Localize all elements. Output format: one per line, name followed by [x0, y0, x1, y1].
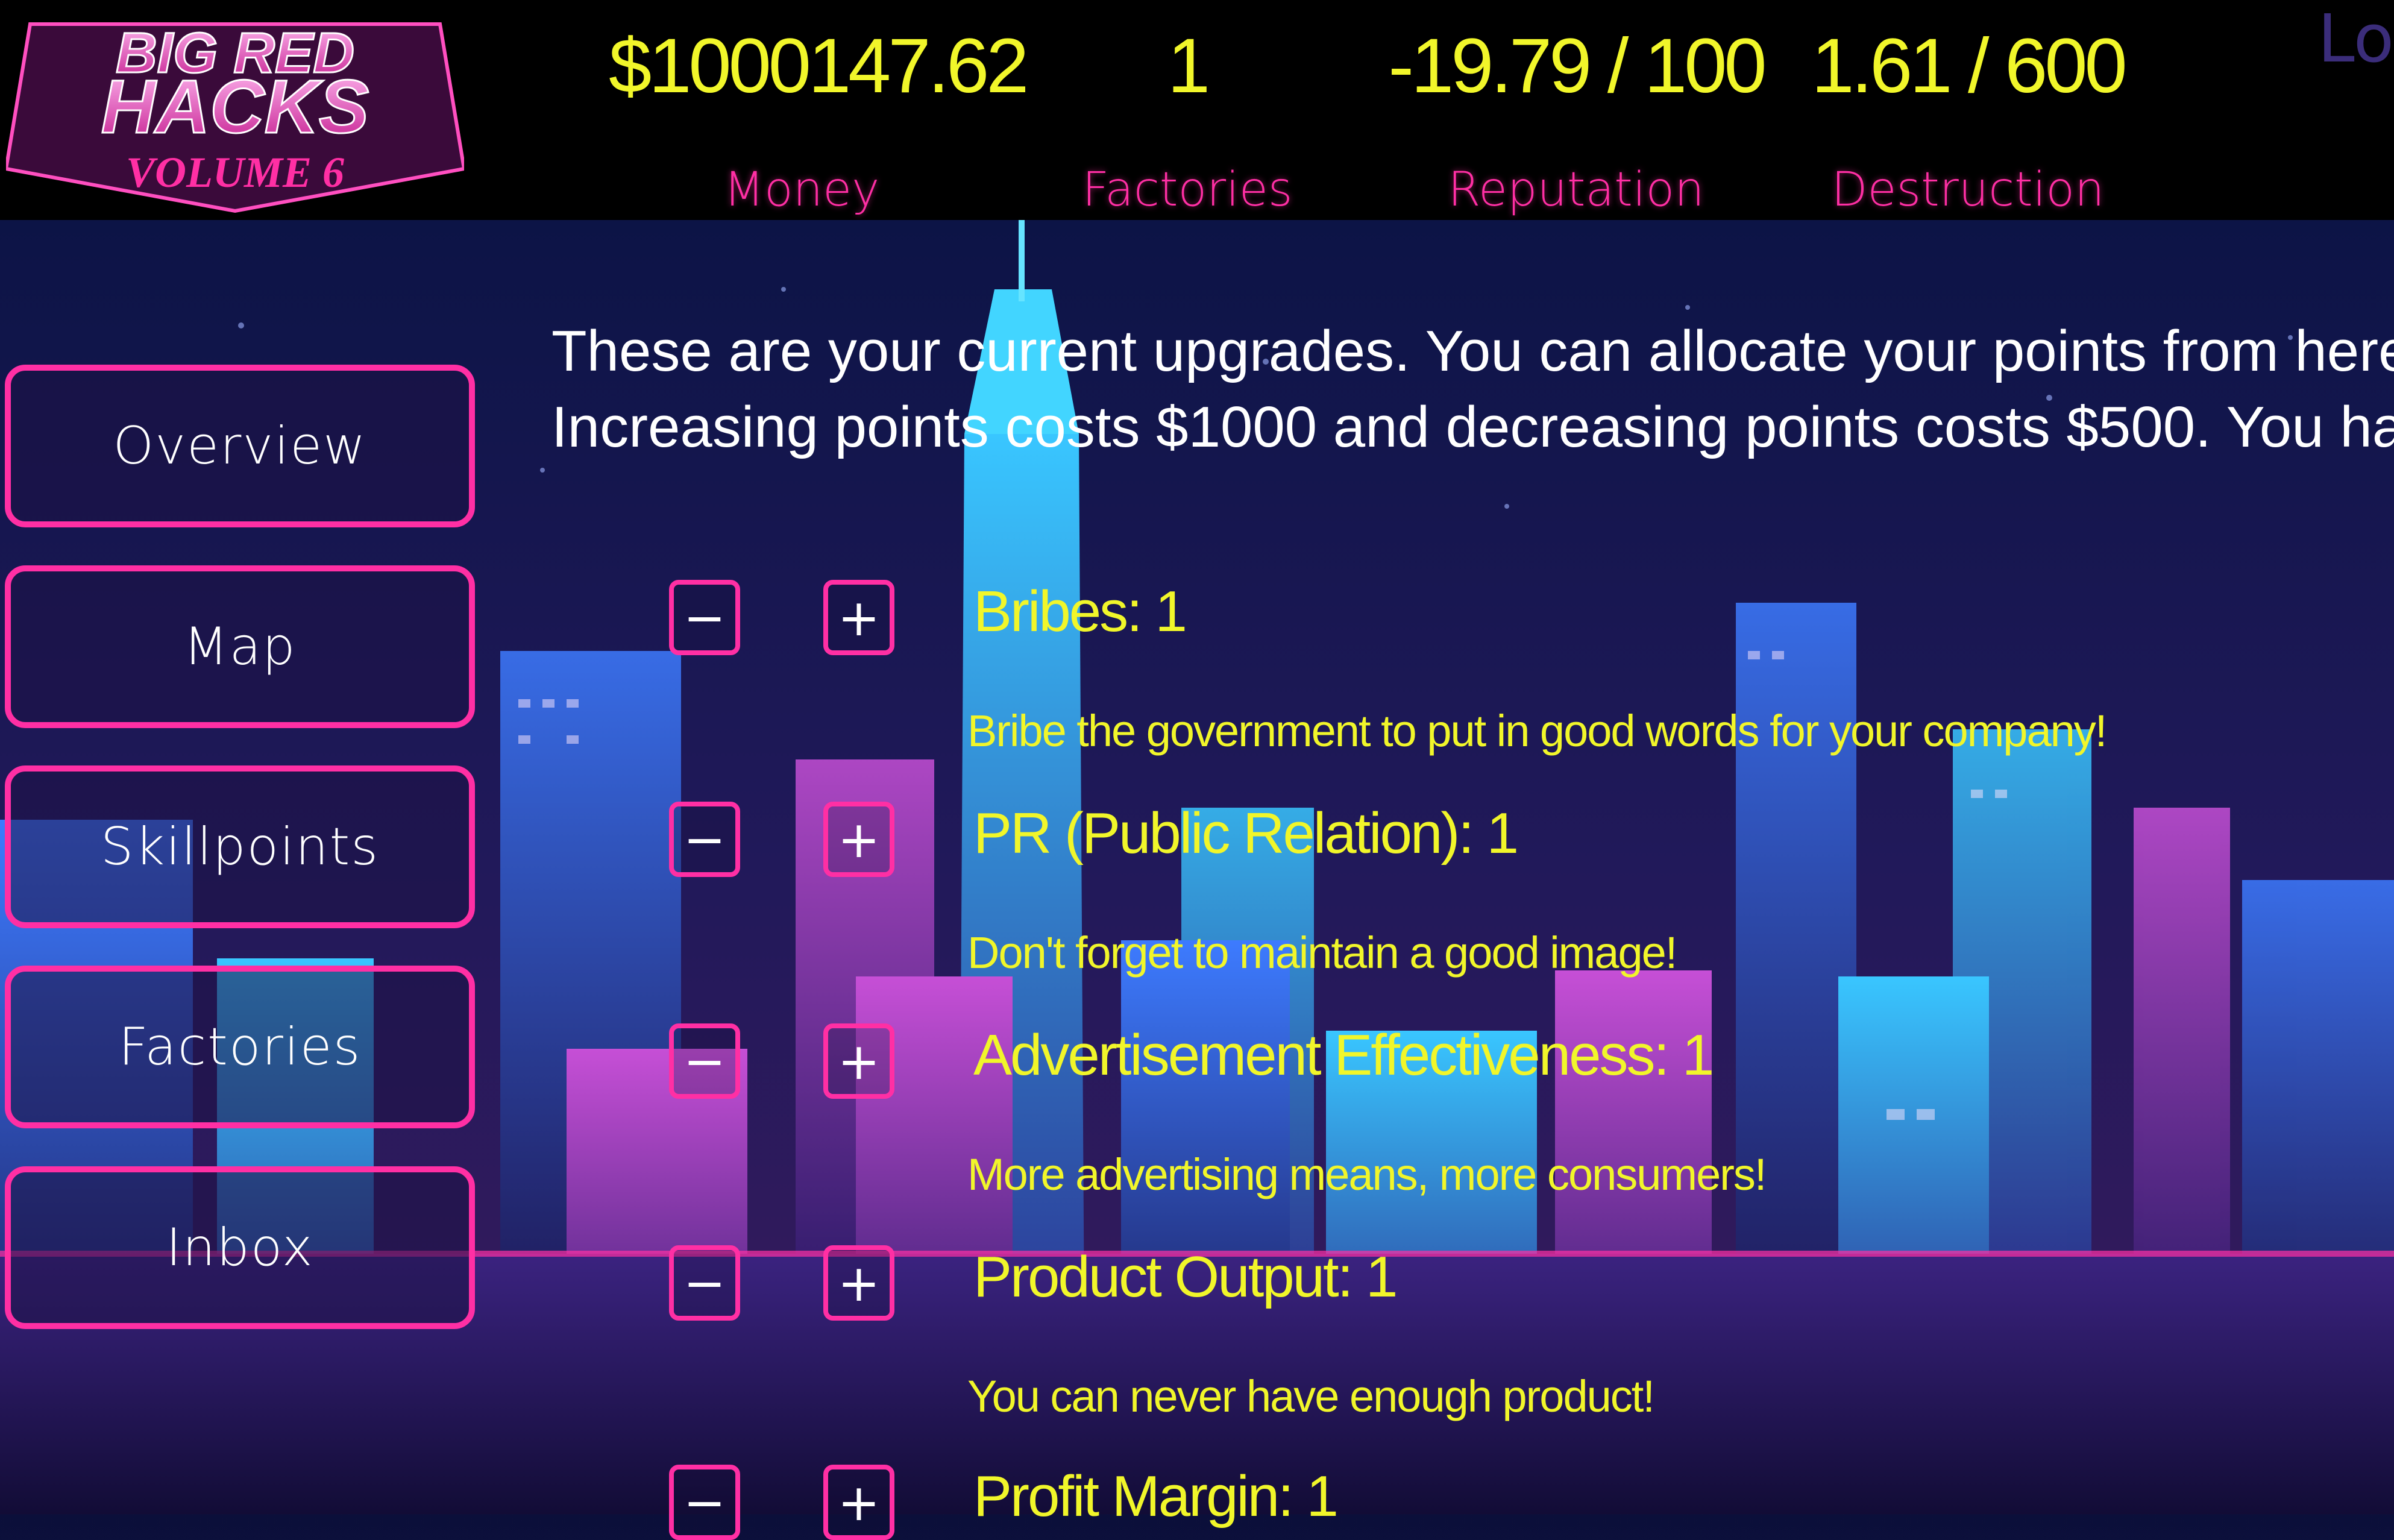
pr-increase-button[interactable]: +	[823, 802, 894, 877]
profit-margin-title: Profit Margin: 1	[973, 1464, 1339, 1529]
money-stat: $1000147.62 Money	[609, 23, 1029, 218]
reputation-stat: -19.79 / 100 Reputation	[1383, 23, 1769, 218]
bribes-title: Bribes: 1	[973, 579, 1187, 644]
nav-factories-label: Factories	[118, 1017, 362, 1077]
pr-decrease-button[interactable]: −	[669, 802, 740, 877]
reputation-label: Reputation	[1448, 163, 1704, 217]
profit-margin-decrease-button[interactable]: −	[669, 1465, 740, 1540]
advertisement-increase-button[interactable]: +	[823, 1023, 894, 1099]
nav-factories-button[interactable]: Factories	[5, 966, 475, 1128]
product-output-increase-button[interactable]: +	[823, 1245, 894, 1321]
pr-description: Don't forget to maintain a good image!	[967, 928, 1677, 978]
destruction-label: Destruction	[1831, 163, 2105, 217]
big-red-hacks-logo[interactable]: BIG RED HACKS VOLUME 6	[6, 12, 464, 217]
logo-line3: VOLUME 6	[126, 148, 344, 196]
profit-margin-increase-button[interactable]: +	[823, 1465, 894, 1540]
bribes-decrease-button[interactable]: −	[669, 580, 740, 655]
factories-value: 1	[1167, 23, 1210, 109]
advertisement-title: Advertisement Effectiveness: 1	[973, 1023, 1714, 1087]
factories-label: Factories	[1082, 163, 1293, 217]
bribes-description: Bribe the government to put in good word…	[967, 706, 2107, 756]
reputation-value: -19.79 / 100	[1388, 23, 1767, 109]
intro-line-1: These are your current upgrades. You can…	[551, 319, 2394, 383]
money-label: Money	[723, 163, 880, 217]
nav-map-button[interactable]: Map	[5, 565, 475, 728]
nav-skillpoints-label: Skillpoints	[100, 817, 380, 877]
nav-inbox-label: Inbox	[166, 1218, 314, 1278]
logo-line2: HACKS	[101, 65, 369, 149]
top-stats-bar: BIG RED HACKS VOLUME 6 $1000147.62 Money…	[0, 0, 2394, 220]
upgrades-intro: These are your current upgrades. You can…	[551, 313, 2394, 465]
nav-skillpoints-button[interactable]: Skillpoints	[5, 765, 475, 928]
factories-stat: 1 Factories	[994, 23, 1380, 218]
nav-overview-label: Overview	[113, 416, 367, 476]
intro-line-2: Increasing points costs $1000 and decrea…	[551, 395, 2394, 459]
destruction-value: 1.61 / 600	[1811, 23, 2127, 109]
nav-map-label: Map	[183, 617, 297, 677]
advertisement-decrease-button[interactable]: −	[669, 1023, 740, 1099]
product-output-description: You can never have enough product!	[967, 1371, 1655, 1421]
product-output-title: Product Output: 1	[973, 1245, 1398, 1309]
product-output-decrease-button[interactable]: −	[669, 1245, 740, 1321]
bribes-increase-button[interactable]: +	[823, 580, 894, 655]
nav-inbox-button[interactable]: Inbox	[5, 1166, 475, 1329]
destruction-stat: 1.61 / 600 Destruction	[1775, 23, 2161, 218]
nav-overview-button[interactable]: Overview	[5, 365, 475, 527]
money-value: $1000147.62	[609, 23, 1029, 109]
advertisement-description: More advertising means, more consumers!	[967, 1149, 1767, 1199]
login-link[interactable]: Lo	[2317, 0, 2394, 77]
pr-title: PR (Public Relation): 1	[973, 801, 1519, 866]
